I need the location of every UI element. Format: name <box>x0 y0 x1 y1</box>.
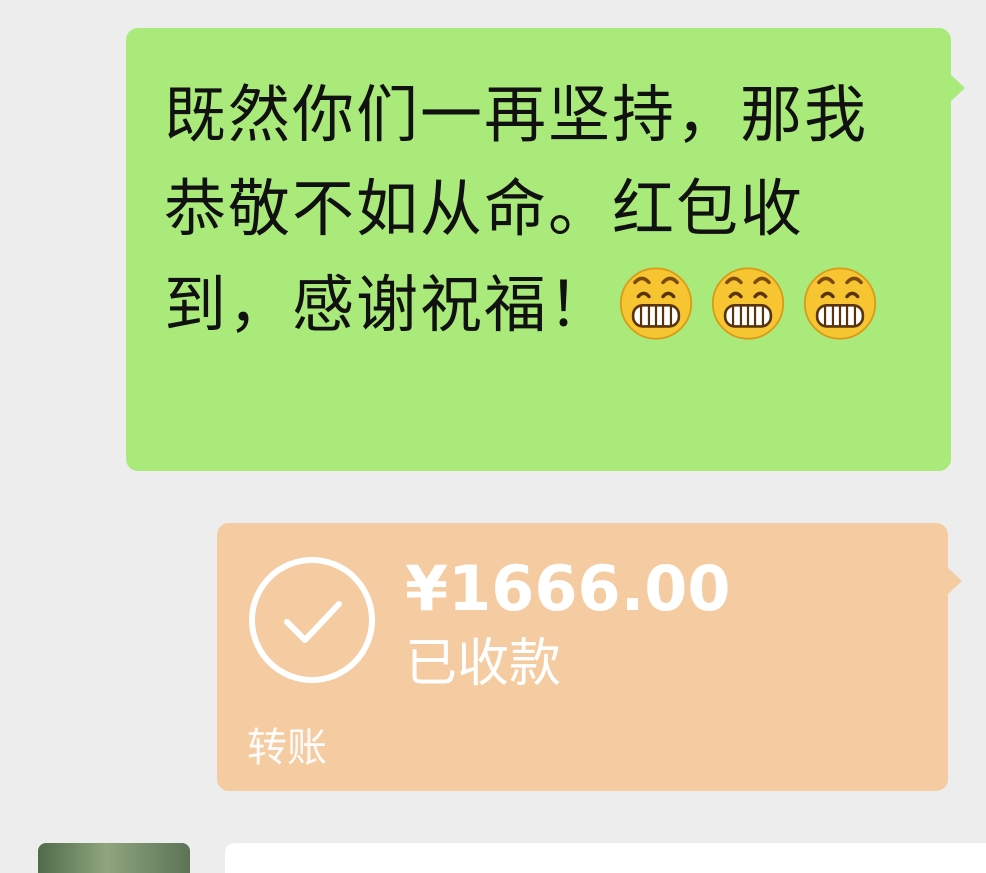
grin-emoji-icon <box>803 267 877 340</box>
sent-text-message-bubble[interactable]: 既然你们一再坚持，那我恭敬不如从命。红包收到，感谢祝福！ <box>126 28 965 471</box>
grin-emoji-icon <box>619 267 693 340</box>
transfer-status: 已收款 <box>405 634 562 694</box>
avatar[interactable] <box>38 843 190 873</box>
transfer-type-label: 转账 <box>247 725 327 771</box>
check-circle-icon <box>249 557 375 683</box>
next-message-bubble[interactable] <box>225 843 986 873</box>
transfer-message-bubble[interactable]: ¥1666.00 已收款 转账 <box>217 523 962 791</box>
grin-emoji-icon <box>711 267 785 340</box>
message-text-container: 既然你们一再坚持，那我恭敬不如从命。红包收到，感谢祝福！ <box>164 68 924 352</box>
transfer-amount: ¥1666.00 <box>405 552 731 625</box>
